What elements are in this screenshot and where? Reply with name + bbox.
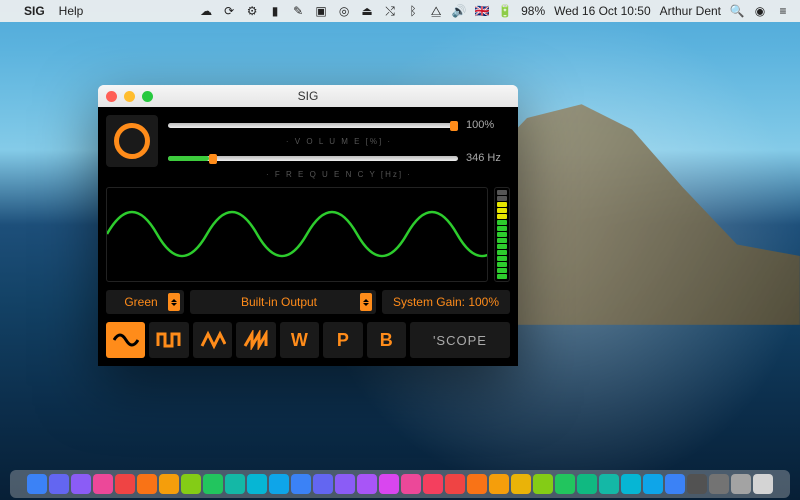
dock-app[interactable]: [489, 474, 509, 494]
output-indicator[interactable]: [106, 115, 158, 167]
dock-app[interactable]: [511, 474, 531, 494]
volume-label: · V O L U M E [%] ·: [168, 137, 510, 146]
volume-slider[interactable]: [168, 123, 458, 128]
volume-value: 100%: [466, 119, 510, 131]
menubar-datetime[interactable]: Wed 16 Oct 10:50: [554, 4, 651, 18]
eject-icon[interactable]: ⏏︎: [360, 4, 374, 18]
dock-app[interactable]: [159, 474, 179, 494]
sawtooth-button[interactable]: [236, 322, 275, 358]
cloud-icon[interactable]: ☁︎: [199, 4, 213, 18]
dock-app[interactable]: [577, 474, 597, 494]
dock-app[interactable]: [247, 474, 267, 494]
tool-icon[interactable]: ✎: [291, 4, 305, 18]
dock-app[interactable]: [379, 474, 399, 494]
scope-button[interactable]: 'SCOPE: [410, 322, 510, 358]
desktop: SIG Help ☁︎ ⟳ ⚙︎ ▮ ✎ ▣ ◎ ⏏︎ ⤭ ᛒ ⧋ 🔊 🇬🇧 🔋…: [0, 0, 800, 500]
gear-icon[interactable]: ⚙︎: [245, 4, 259, 18]
zoom-icon[interactable]: [142, 91, 153, 102]
dock-app[interactable]: [709, 474, 729, 494]
dock-app[interactable]: [203, 474, 223, 494]
frequency-label: · F R E Q U E N C Y [Hz] ·: [168, 170, 510, 179]
siri-icon[interactable]: ◉: [753, 4, 767, 18]
w-button[interactable]: W: [280, 322, 319, 358]
dock-app[interactable]: [401, 474, 421, 494]
volume-icon[interactable]: 🔊: [452, 4, 466, 18]
dock-app[interactable]: [71, 474, 91, 494]
bluetooth-icon[interactable]: ᛒ: [406, 4, 420, 18]
frequency-value: 346 Hz: [466, 152, 510, 164]
minimize-icon[interactable]: [124, 91, 135, 102]
globe-icon[interactable]: ◎: [337, 4, 351, 18]
chevron-updown-icon: [360, 293, 372, 311]
spotlight-icon[interactable]: 🔍: [730, 4, 744, 18]
window-title: SIG: [98, 89, 518, 103]
close-icon[interactable]: [106, 91, 117, 102]
output-select[interactable]: Built-in Output: [190, 290, 376, 314]
square-button[interactable]: [149, 322, 188, 358]
chevron-updown-icon: [168, 293, 180, 311]
dock-app[interactable]: [687, 474, 707, 494]
triangle-button[interactable]: [193, 322, 232, 358]
sync-icon[interactable]: ⟳: [222, 4, 236, 18]
dock-app[interactable]: [533, 474, 553, 494]
p-button[interactable]: P: [323, 322, 362, 358]
shuffle-icon[interactable]: ⤭: [383, 4, 397, 18]
color-select-value: Green: [124, 295, 157, 309]
dock-app[interactable]: [335, 474, 355, 494]
volume-thumb[interactable]: [450, 121, 458, 131]
dock-app[interactable]: [445, 474, 465, 494]
dock-app[interactable]: [313, 474, 333, 494]
dock-app[interactable]: [665, 474, 685, 494]
dock-app[interactable]: [93, 474, 113, 494]
sine-button[interactable]: [106, 322, 145, 358]
battery-percent: 98%: [521, 4, 545, 18]
battery-icon[interactable]: 🔋: [498, 4, 512, 18]
dock-app[interactable]: [357, 474, 377, 494]
sig-window: SIG 100% · V O L U M E [%] ·: [98, 85, 518, 366]
dock-app[interactable]: [423, 474, 443, 494]
ring-icon: [114, 123, 150, 159]
b-button[interactable]: B: [367, 322, 406, 358]
system-gain-text: System Gain: 100%: [393, 295, 499, 309]
dock-app[interactable]: [753, 474, 773, 494]
dock-app[interactable]: [225, 474, 245, 494]
dock-app[interactable]: [621, 474, 641, 494]
dock[interactable]: [10, 470, 790, 498]
wifi-icon[interactable]: ⧋: [429, 4, 443, 18]
menubar: SIG Help ☁︎ ⟳ ⚙︎ ▮ ✎ ▣ ◎ ⏏︎ ⤭ ᛒ ⧋ 🔊 🇬🇧 🔋…: [0, 0, 800, 22]
dock-app[interactable]: [731, 474, 751, 494]
dock-app[interactable]: [467, 474, 487, 494]
dock-app[interactable]: [291, 474, 311, 494]
dock-app[interactable]: [27, 474, 47, 494]
display-icon[interactable]: ▣: [314, 4, 328, 18]
frequency-slider[interactable]: [168, 156, 458, 161]
dock-app[interactable]: [115, 474, 135, 494]
dock-app[interactable]: [137, 474, 157, 494]
dock-app[interactable]: [599, 474, 619, 494]
level-meter: [494, 187, 510, 282]
output-select-value: Built-in Output: [241, 295, 317, 309]
menubar-help[interactable]: Help: [59, 4, 84, 18]
frequency-thumb[interactable]: [209, 154, 217, 164]
notifications-icon[interactable]: ≡: [776, 4, 790, 18]
color-select[interactable]: Green: [106, 290, 184, 314]
dock-app[interactable]: [49, 474, 69, 494]
flag-icon[interactable]: 🇬🇧: [475, 4, 489, 18]
menubar-user[interactable]: Arthur Dent: [660, 4, 721, 18]
menubar-app-name[interactable]: SIG: [24, 4, 45, 18]
dock-app[interactable]: [643, 474, 663, 494]
system-gain: System Gain: 100%: [382, 290, 510, 314]
dock-app[interactable]: [555, 474, 575, 494]
titlebar[interactable]: SIG: [98, 85, 518, 107]
dock-app[interactable]: [269, 474, 289, 494]
dock-app[interactable]: [181, 474, 201, 494]
oscilloscope: [106, 187, 488, 282]
battery-bar-icon[interactable]: ▮: [268, 4, 282, 18]
